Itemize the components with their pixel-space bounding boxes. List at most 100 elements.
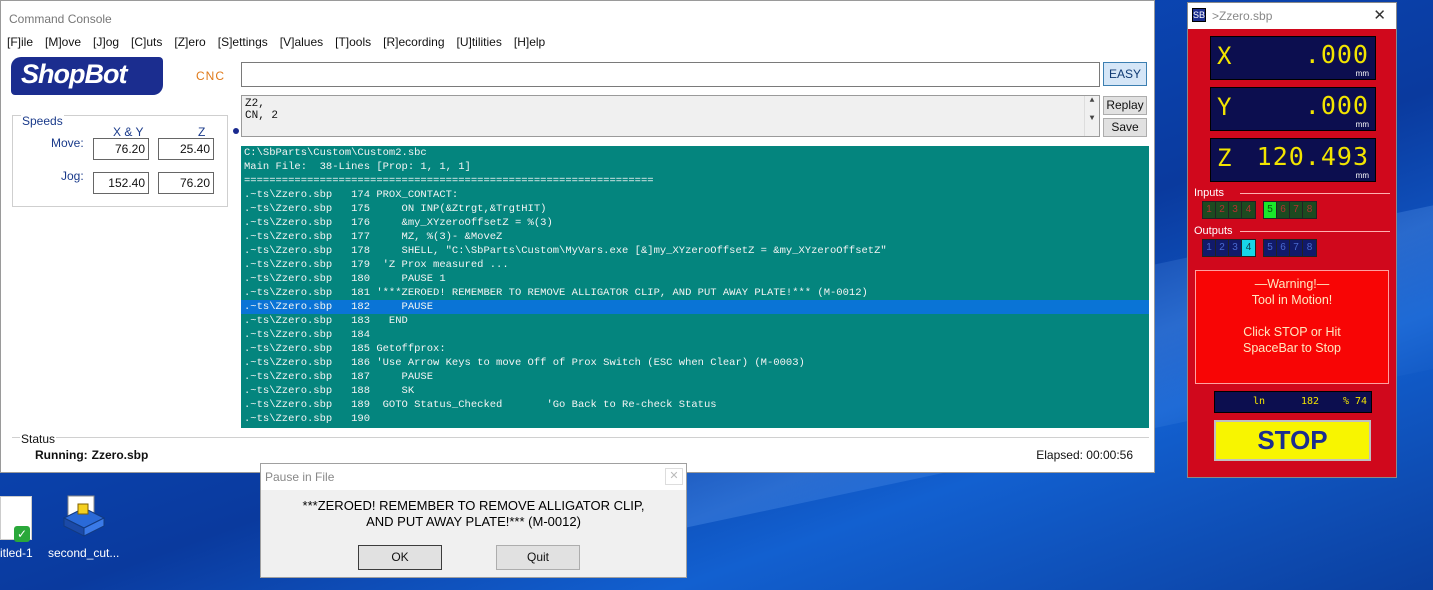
output-indicator: 2 [1216, 240, 1229, 256]
y-axis-readout[interactable]: Y .000 mm [1210, 87, 1376, 131]
percent-complete: % 74 [1343, 396, 1368, 407]
menu-item[interactable]: [H]elp [514, 35, 545, 49]
menu-item[interactable]: [J]og [93, 35, 119, 49]
shopbot-file-icon[interactable] [62, 494, 106, 540]
running-status: Running: Zzero.sbp [35, 448, 148, 462]
command-console-window: Command Console [F]ile [M]ove [J]og [C]uts[… [0, 0, 1155, 473]
file-line[interactable]: .~ts\Zzero.sbp 178 SHELL, "C:\SbParts\Cu… [241, 244, 1149, 258]
menu-item[interactable]: [M]ove [45, 35, 81, 49]
file-line[interactable]: .~ts\Zzero.sbp 175 ON INP(&Ztrgt,&TrgtHI… [241, 202, 1149, 216]
output-indicator: 1 [1203, 240, 1216, 256]
jog-z-field[interactable]: 76.20 [158, 172, 214, 194]
file-line[interactable]: .~ts\Zzero.sbp 188 SK [241, 384, 1149, 398]
jog-xy-field[interactable]: 152.40 [93, 172, 149, 194]
z-axis-readout[interactable]: Z 120.493 mm [1210, 138, 1376, 182]
outputs-group-1-4: 1234 [1202, 239, 1256, 257]
menu-item[interactable]: [U]tilities [457, 35, 502, 49]
jog-speed-label: Jog: [61, 169, 84, 183]
input-indicator: 4 [1242, 202, 1255, 218]
pause-dialog: Pause in File ✕ ***ZEROED! REMEMBER TO R… [260, 463, 687, 578]
input-indicator: 3 [1229, 202, 1242, 218]
command-input[interactable] [241, 62, 1100, 87]
shopbot-logo: ShopBot CNC [11, 57, 236, 103]
output-indicator: 7 [1290, 240, 1303, 256]
input-indicator: 2 [1216, 202, 1229, 218]
output-indicator: 3 [1229, 240, 1242, 256]
input-indicator: 1 [1203, 202, 1216, 218]
warning-line: SpaceBar to Stop [1243, 341, 1341, 355]
logo-cnc: CNC [196, 69, 225, 83]
file-line[interactable]: .~ts\Zzero.sbp 179 'Z Prox measured ... [241, 258, 1149, 272]
desktop-icon-label[interactable]: itled-1 [0, 546, 33, 560]
file-line-selected[interactable]: .~ts\Zzero.sbp 182 PAUSE [241, 300, 1149, 314]
z-axis-label: Z [1217, 144, 1232, 172]
file-line[interactable]: .~ts\Zzero.sbp 183 END [241, 314, 1149, 328]
z-axis-value: 120.493 [1256, 142, 1369, 171]
file-line[interactable]: .~ts\Zzero.sbp 180 PAUSE 1 [241, 272, 1149, 286]
command-history[interactable]: Z2, CN, 2 ▲ ▼ [241, 95, 1100, 137]
menu-item[interactable]: [R]ecording [383, 35, 444, 49]
menu-item[interactable]: [F]ile [7, 35, 33, 49]
speeds-legend: Speeds [21, 114, 64, 128]
history-scrollbar[interactable]: ▲ ▼ [1084, 96, 1099, 136]
file-line[interactable]: .~ts\Zzero.sbp 187 PAUSE [241, 370, 1149, 384]
history-line: Z2, [245, 98, 265, 110]
warning-line: Tool in Motion! [1251, 293, 1333, 307]
inputs-group-5-8: 5678 [1263, 201, 1317, 219]
replay-button[interactable]: Replay [1103, 96, 1147, 115]
save-button[interactable]: Save [1103, 118, 1147, 137]
y-axis-value: .000 [1304, 91, 1369, 120]
inputs-group-1-4: 1234 [1202, 201, 1256, 219]
file-line[interactable]: .~ts\Zzero.sbp 185 Getoffprox: [241, 342, 1149, 356]
desktop-icon-label[interactable]: second_cut... [48, 546, 119, 560]
ok-button[interactable]: OK [358, 545, 442, 570]
move-xy-field[interactable]: 76.20 [93, 138, 149, 160]
menu-item[interactable]: [V]alues [280, 35, 323, 49]
file-line[interactable]: .~ts\Zzero.sbp 189 GOTO Status_Checked '… [241, 398, 1149, 412]
position-readout-window: SB >Zzero.sbp ✕ X .000 mm Y .000 mm Z 12… [1187, 2, 1397, 478]
menu-item[interactable]: [S]ettings [218, 35, 268, 49]
x-axis-readout[interactable]: X .000 mm [1210, 36, 1376, 80]
x-axis-value: .000 [1304, 40, 1369, 69]
output-indicator: 4 [1242, 240, 1255, 256]
running-file: Zzero.sbp [91, 448, 149, 462]
file-line[interactable]: C:\SbParts\Custom\Custom2.sbc [241, 146, 1149, 160]
running-label: Running: [35, 448, 88, 462]
motion-warning: —Warning!— Tool in Motion! Click STOP or… [1195, 270, 1389, 384]
quit-button[interactable]: Quit [496, 545, 580, 570]
file-line[interactable]: .~ts\Zzero.sbp 190 [241, 412, 1149, 426]
move-z-field[interactable]: 25.40 [158, 138, 214, 160]
speeds-header-xy: X & Y [113, 125, 144, 139]
file-line[interactable]: .~ts\Zzero.sbp 181 '***ZEROED! REMEMBER … [241, 286, 1149, 300]
status-legend: Status [20, 432, 57, 446]
speeds-header-z: Z [198, 125, 206, 139]
easy-button[interactable]: EASY [1103, 62, 1147, 86]
output-indicator: 8 [1303, 240, 1316, 256]
file-listing-panel[interactable]: C:\SbParts\Custom\Custom2.sbc Main File: … [241, 146, 1149, 428]
elapsed-time: Elapsed: 00:00:56 [1036, 448, 1133, 462]
file-line[interactable]: .~ts\Zzero.sbp 186 'Use Arrow Keys to mo… [241, 356, 1149, 370]
move-speed-label: Move: [51, 136, 84, 150]
input-indicator: 5 [1264, 202, 1277, 218]
stop-button[interactable]: STOP [1214, 420, 1371, 461]
line-progress-readout: ln 182 % 74 [1214, 391, 1372, 413]
file-line[interactable]: Main File: 38-Lines [Prop: 1, 1, 1] [241, 160, 1149, 174]
z-axis-unit: mm [1355, 171, 1369, 180]
inputs-label: Inputs [1194, 187, 1224, 199]
file-line[interactable]: .~ts\Zzero.sbp 176 &my_XYzeroOffsetZ = %… [241, 216, 1149, 230]
file-line[interactable]: .~ts\Zzero.sbp 177 MZ, %(3)- &MoveZ [241, 230, 1149, 244]
menu-item[interactable]: [T]ools [335, 35, 371, 49]
y-axis-unit: mm [1355, 120, 1369, 129]
file-line[interactable]: .~ts\Zzero.sbp 174 PROX_CONTACT: [241, 188, 1149, 202]
file-line[interactable]: .~ts\Zzero.sbp 184 [241, 328, 1149, 342]
x-axis-unit: mm [1355, 69, 1369, 78]
menu-item[interactable]: [Z]ero [174, 35, 205, 49]
menu-item[interactable]: [C]uts [131, 35, 162, 49]
close-icon[interactable]: ✕ [665, 468, 683, 485]
pause-message: ***ZEROED! REMEMBER TO REMOVE ALLIGATOR … [261, 498, 686, 530]
outputs-label: Outputs [1194, 225, 1233, 237]
close-icon[interactable]: ✕ [1373, 6, 1386, 24]
focus-indicator-dot [233, 128, 239, 134]
warning-line: Click STOP or Hit [1243, 325, 1341, 339]
file-line[interactable]: ========================================… [241, 174, 1149, 188]
